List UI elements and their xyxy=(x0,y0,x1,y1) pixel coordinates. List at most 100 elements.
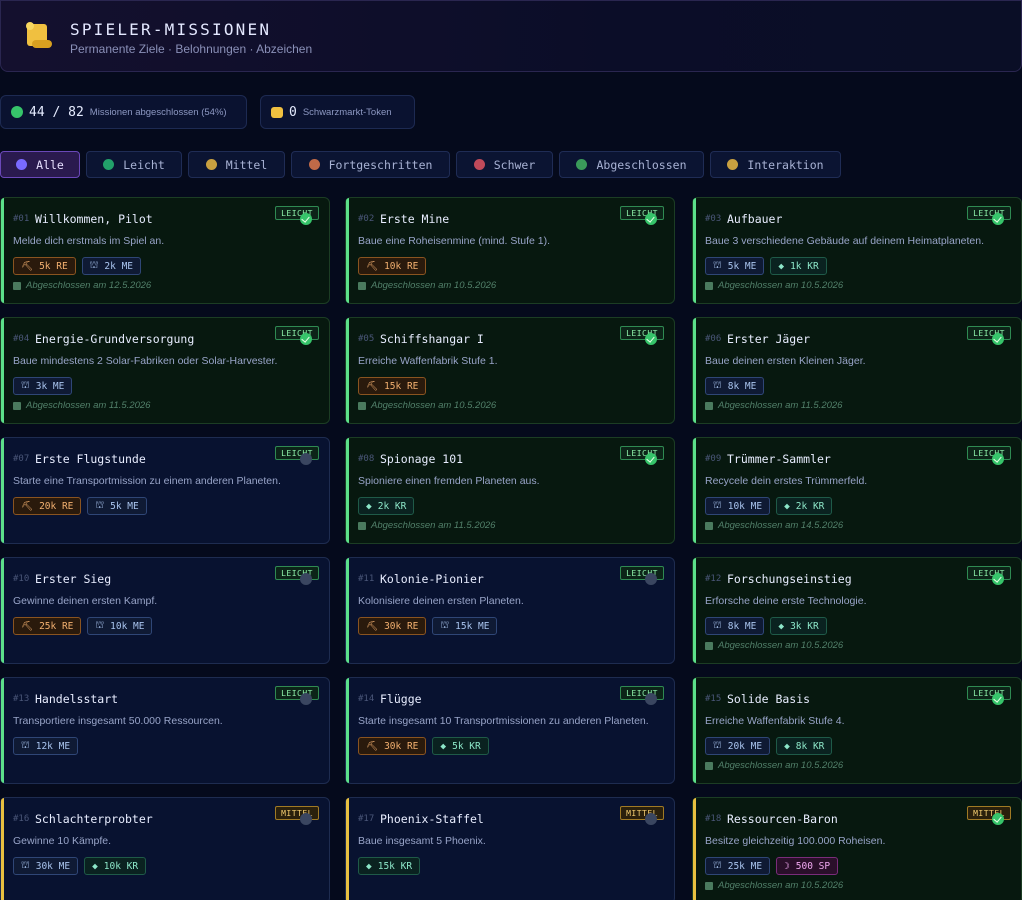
mission-card[interactable]: #09 Trümmer-Sammler Recycele dein erstes T… xyxy=(692,437,1022,544)
mission-title: Willkommen, Pilot xyxy=(35,212,153,226)
mission-card[interactable]: #15 Solide Basis Erreiche Waffenfabrik Stu… xyxy=(692,677,1022,784)
reward-me-icon: ⛫ xyxy=(89,260,99,271)
reward-kr-icon: ◆ xyxy=(784,500,790,512)
reward-chip: ⛏ 25k RE xyxy=(13,617,82,635)
reward-chip: ◆ 2k KR xyxy=(776,497,833,515)
mission-card[interactable]: #16 Schlachterprobter Gewinne 10 Kämpfe. MI… xyxy=(0,797,330,900)
mission-description: Spioniere einen fremden Planeten aus. xyxy=(358,475,540,487)
completed-date-text: Abgeschlossen am 10.5.2026 xyxy=(718,280,844,291)
completed-date-text: Abgeschlossen am 10.5.2026 xyxy=(718,760,844,771)
difficulty-badge: LEICHT xyxy=(620,206,664,220)
difficulty-bar xyxy=(1,798,4,900)
mission-card[interactable]: #03 Aufbauer Baue 3 verschiedene Gebäude a… xyxy=(692,197,1022,304)
reward-value: 2k KR xyxy=(377,500,407,512)
reward-sp-icon: ☽ xyxy=(784,860,790,872)
reward-me-icon: ⛫ xyxy=(713,500,722,511)
reward-kr-icon: ◆ xyxy=(784,740,790,752)
difficulty-badge: LEICHT xyxy=(967,326,1011,340)
difficulty-bar xyxy=(693,678,696,783)
mission-card[interactable]: #01 Willkommen, Pilot Melde dich erstmals … xyxy=(0,197,330,304)
reward-list: ⛫ 8k ME ◆ 3k KR xyxy=(705,617,827,635)
calendar-icon xyxy=(13,281,21,290)
mission-title: Spionage 101 xyxy=(380,452,464,466)
mission-card[interactable]: #14 Flügge Starte insgesamt 10 Transportmi… xyxy=(345,677,675,784)
reward-chip: ◆ 15k KR xyxy=(358,857,421,875)
mission-number: #12 xyxy=(705,574,722,584)
filter-abgeschlossen[interactable]: Abgeschlossen xyxy=(559,151,704,178)
filter-mittel[interactable]: Mittel xyxy=(188,151,285,178)
difficulty-bar xyxy=(1,678,4,783)
mission-description: Recycele dein erstes Trümmerfeld. xyxy=(705,475,868,487)
mission-card[interactable]: #04 Energie-Grundversorgung Baue mindesten… xyxy=(0,317,330,424)
mission-card[interactable]: #07 Erste Flugstunde Starte eine Transport… xyxy=(0,437,330,544)
missions-progress-label: Missionen abgeschlossen (54%) xyxy=(89,106,227,118)
mission-title: Erste Mine xyxy=(380,212,450,226)
mission-description: Baue 3 verschiedene Gebäude auf deinem H… xyxy=(705,235,985,247)
mission-card[interactable]: #13 Handelsstart Transportiere insgesamt 5… xyxy=(0,677,330,784)
mission-card[interactable]: #08 Spionage 101 Spioniere einen fremden P… xyxy=(345,437,675,544)
token-value: 0 xyxy=(289,104,297,120)
filter-fortgeschritten-icon xyxy=(308,159,320,170)
completed-date: Abgeschlossen am 12.5.2026 xyxy=(13,280,151,291)
reward-list: ⛏ 15k RE xyxy=(358,377,427,395)
mission-number: #14 xyxy=(358,694,375,704)
check-icon xyxy=(645,213,657,225)
reward-chip: ⛫ 5k ME xyxy=(87,497,147,515)
calendar-icon xyxy=(705,401,713,410)
mission-title: Phoenix-Staffel xyxy=(380,812,484,826)
reward-value: 3k ME xyxy=(35,380,65,392)
mission-title: Erster Sieg xyxy=(35,572,112,586)
completed-date: Abgeschlossen am 10.5.2026 xyxy=(358,280,496,291)
difficulty-bar xyxy=(693,558,696,663)
completed-date: Abgeschlossen am 11.5.2026 xyxy=(705,400,842,411)
reward-value: 5k ME xyxy=(727,260,757,272)
reward-value: 20k RE xyxy=(39,500,74,512)
filter-fortgeschritten[interactable]: Fortgeschritten xyxy=(291,151,450,178)
filter-all[interactable]: Alle xyxy=(0,151,80,178)
difficulty-badge: LEICHT xyxy=(967,446,1011,460)
mission-title: Forschungseinstieg xyxy=(727,572,852,586)
mission-card[interactable]: #12 Forschungseinstieg Erforsche deine ers… xyxy=(692,557,1022,664)
mission-card[interactable]: #17 Phoenix-Staffel Baue insgesamt 5 Phoen… xyxy=(345,797,675,900)
reward-chip: ⛏ 10k RE xyxy=(358,257,427,275)
mission-number: #06 xyxy=(705,334,722,344)
status-icon xyxy=(300,693,312,705)
filter-label: Schwer xyxy=(493,157,536,172)
mission-card[interactable]: #10 Erster Sieg Gewinne deinen ersten Kamp… xyxy=(0,557,330,664)
scroll-icon xyxy=(26,22,52,48)
filter-leicht[interactable]: Leicht xyxy=(86,151,182,178)
reward-chip: ⛫ 5k ME xyxy=(705,257,765,275)
reward-re-icon: ⛏ xyxy=(366,620,379,632)
reward-list: ⛏ 5k RE ⛫ 2k ME xyxy=(13,257,142,275)
mission-number: #11 xyxy=(358,574,375,584)
status-icon xyxy=(645,813,657,825)
difficulty-bar xyxy=(346,318,349,423)
filter-schwer-icon xyxy=(473,159,485,170)
reward-value: 10k ME xyxy=(727,500,763,512)
token-stat: 0 Schwarzmarkt-Token xyxy=(260,95,415,129)
mission-card[interactable]: #11 Kolonie-Pionier Kolonisiere deinen ers… xyxy=(345,557,675,664)
calendar-icon xyxy=(705,761,713,770)
completed-date-text: Abgeschlossen am 12.5.2026 xyxy=(26,280,152,291)
reward-list: ⛫ 20k ME ◆ 8k KR xyxy=(705,737,833,755)
reward-chip: ⛫ 10k ME xyxy=(87,617,153,635)
reward-kr-icon: ◆ xyxy=(440,740,447,752)
filter-interaktion[interactable]: Interaktion xyxy=(710,151,841,178)
mission-card[interactable]: #06 Erster Jäger Baue deinen ersten Kleine… xyxy=(692,317,1022,424)
reward-re-icon: ⛏ xyxy=(21,260,34,272)
mission-number: #02 xyxy=(358,214,375,224)
mission-card[interactable]: #02 Erste Mine Baue eine Roheisenmine (min… xyxy=(345,197,675,304)
reward-re-icon: ⛏ xyxy=(21,500,34,512)
reward-value: 15k KR xyxy=(377,860,413,872)
reward-chip: ⛫ 30k ME xyxy=(13,857,79,875)
filter-schwer[interactable]: Schwer xyxy=(456,151,553,178)
calendar-icon xyxy=(705,521,713,530)
difficulty-bar xyxy=(346,678,349,783)
mission-number: #17 xyxy=(358,814,375,824)
mission-card[interactable]: #18 Ressourcen-Baron Besitze gleichzeitig … xyxy=(692,797,1022,900)
mission-number: #15 xyxy=(705,694,722,704)
reward-chip: ⛫ 15k ME xyxy=(432,617,498,635)
mission-description: Baue insgesamt 5 Phoenix. xyxy=(358,835,486,847)
mission-card[interactable]: #05 Schiffshangar I Erreiche Waffenfabrik … xyxy=(345,317,675,424)
reward-list: ◆ 15k KR xyxy=(358,857,421,875)
